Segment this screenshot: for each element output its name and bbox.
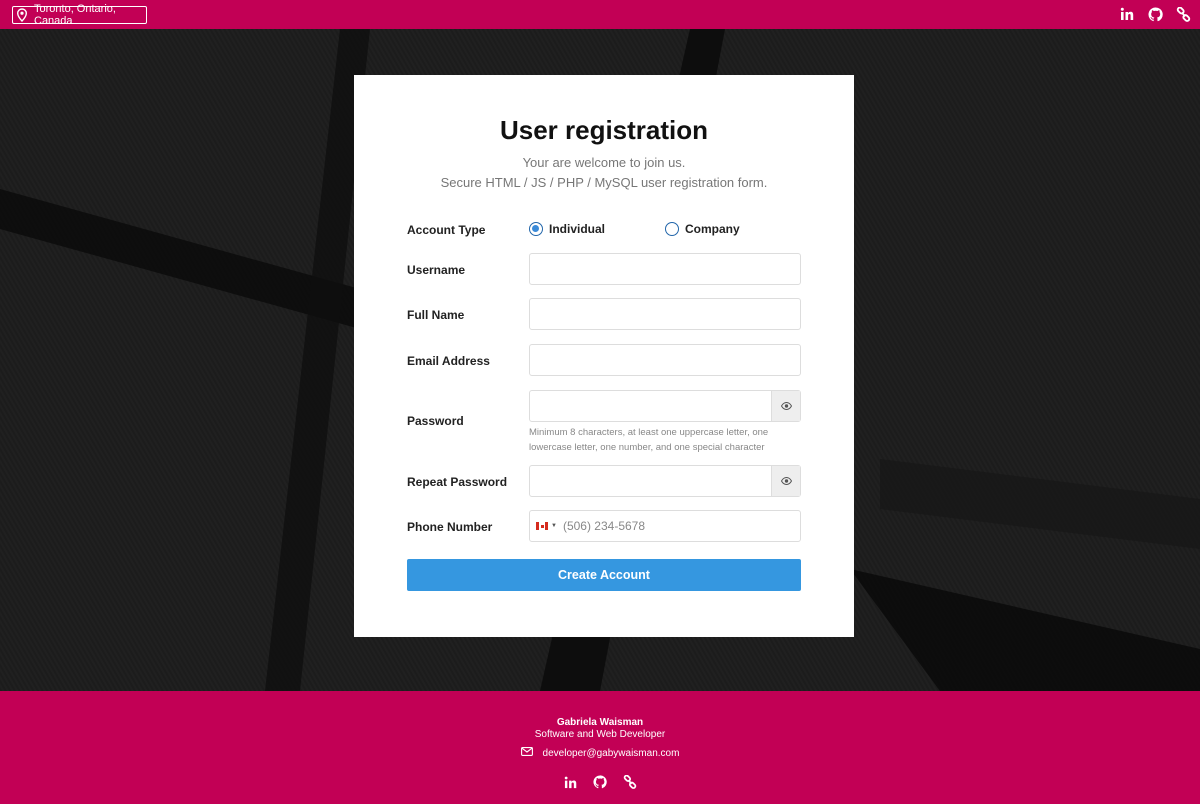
account-type-label: Account Type	[407, 223, 486, 237]
radio-company-label: Company	[685, 222, 740, 236]
password-label: Password	[407, 414, 464, 428]
radio-company[interactable]: Company	[665, 222, 740, 236]
repeat-password-row: Repeat Password	[407, 465, 801, 497]
password-hint-line-1: Minimum 8 characters, at least one upper…	[529, 427, 769, 438]
email-input[interactable]	[529, 344, 801, 376]
phone-input[interactable]	[562, 519, 763, 533]
show-repeat-password-button[interactable]	[771, 466, 800, 496]
password-row: Password Minimum 8 characters, at least …	[407, 390, 801, 454]
phone-label: Phone Number	[407, 520, 493, 534]
eye-icon	[780, 402, 792, 410]
repeat-password-field	[529, 465, 801, 497]
fullname-input[interactable]	[529, 298, 801, 330]
fullname-row: Full Name	[407, 298, 801, 330]
page-title: User registration	[499, 115, 709, 145]
linkedin-icon[interactable]	[561, 773, 579, 791]
footer-email-link[interactable]: developer@gabywaisman.com	[543, 748, 680, 759]
eye-icon	[780, 477, 792, 485]
radio-individual-label: Individual	[549, 222, 606, 236]
repeat-password-input[interactable]	[530, 466, 771, 496]
username-label: Username	[407, 263, 466, 277]
subtitle-line-1: Your are welcome to join us.	[522, 155, 686, 170]
registration-card: User registration Your are welcome to jo…	[354, 75, 854, 637]
password-input[interactable]	[530, 391, 771, 421]
phone-row: Phone Number ▼	[407, 510, 801, 542]
footer-email-row: developer@gabywaisman.com	[0, 747, 1200, 759]
canada-flag-icon	[536, 522, 548, 530]
location-badge: Toronto, Ontario, Canada	[12, 3, 147, 27]
subtitle-line-2: Secure HTML / JS / PHP / MySQL user regi…	[440, 175, 768, 190]
footer: Gabriela Waisman Software and Web Develo…	[0, 691, 1200, 804]
account-type-row: Account Type Individual Company	[407, 221, 801, 239]
email-label: Email Address	[407, 354, 490, 368]
linkedin-icon[interactable]	[1118, 5, 1136, 23]
username-input[interactable]	[529, 253, 801, 285]
show-password-button[interactable]	[771, 391, 800, 421]
username-row: Username	[407, 253, 801, 285]
phone-field: ▼	[529, 510, 801, 542]
map-pin-icon	[16, 8, 28, 23]
github-icon[interactable]	[591, 773, 609, 791]
country-selector[interactable]: ▼	[536, 522, 557, 530]
envelope-icon	[520, 747, 533, 759]
password-field	[529, 390, 801, 422]
password-hint-line-2: lowercase letter, one number, and one sp…	[529, 442, 765, 453]
footer-social-links	[0, 773, 1200, 791]
github-icon[interactable]	[1146, 5, 1164, 23]
email-row: Email Address	[407, 344, 801, 376]
repeat-password-label: Repeat Password	[407, 475, 508, 489]
top-social-links	[1118, 5, 1192, 23]
radio-circle-unchecked[interactable]	[665, 222, 679, 236]
radio-individual[interactable]: Individual	[529, 222, 605, 236]
fullname-label: Full Name	[407, 308, 465, 322]
link-icon[interactable]	[1174, 5, 1192, 23]
chevron-down-icon: ▼	[551, 523, 557, 529]
footer-role: Software and Web Developer	[534, 729, 666, 740]
footer-name: Gabriela Waisman	[556, 717, 644, 728]
password-hint: Minimum 8 characters, at least one upper…	[529, 425, 801, 455]
page-subtitle: Your are welcome to join us. Secure HTML…	[354, 153, 854, 193]
radio-circle-checked[interactable]	[529, 222, 543, 236]
link-icon[interactable]	[621, 773, 639, 791]
top-bar: Toronto, Ontario, Canada	[0, 0, 1200, 29]
create-account-button[interactable]: Create Account	[407, 559, 801, 591]
location-text: Toronto, Ontario, Canada	[34, 3, 116, 27]
